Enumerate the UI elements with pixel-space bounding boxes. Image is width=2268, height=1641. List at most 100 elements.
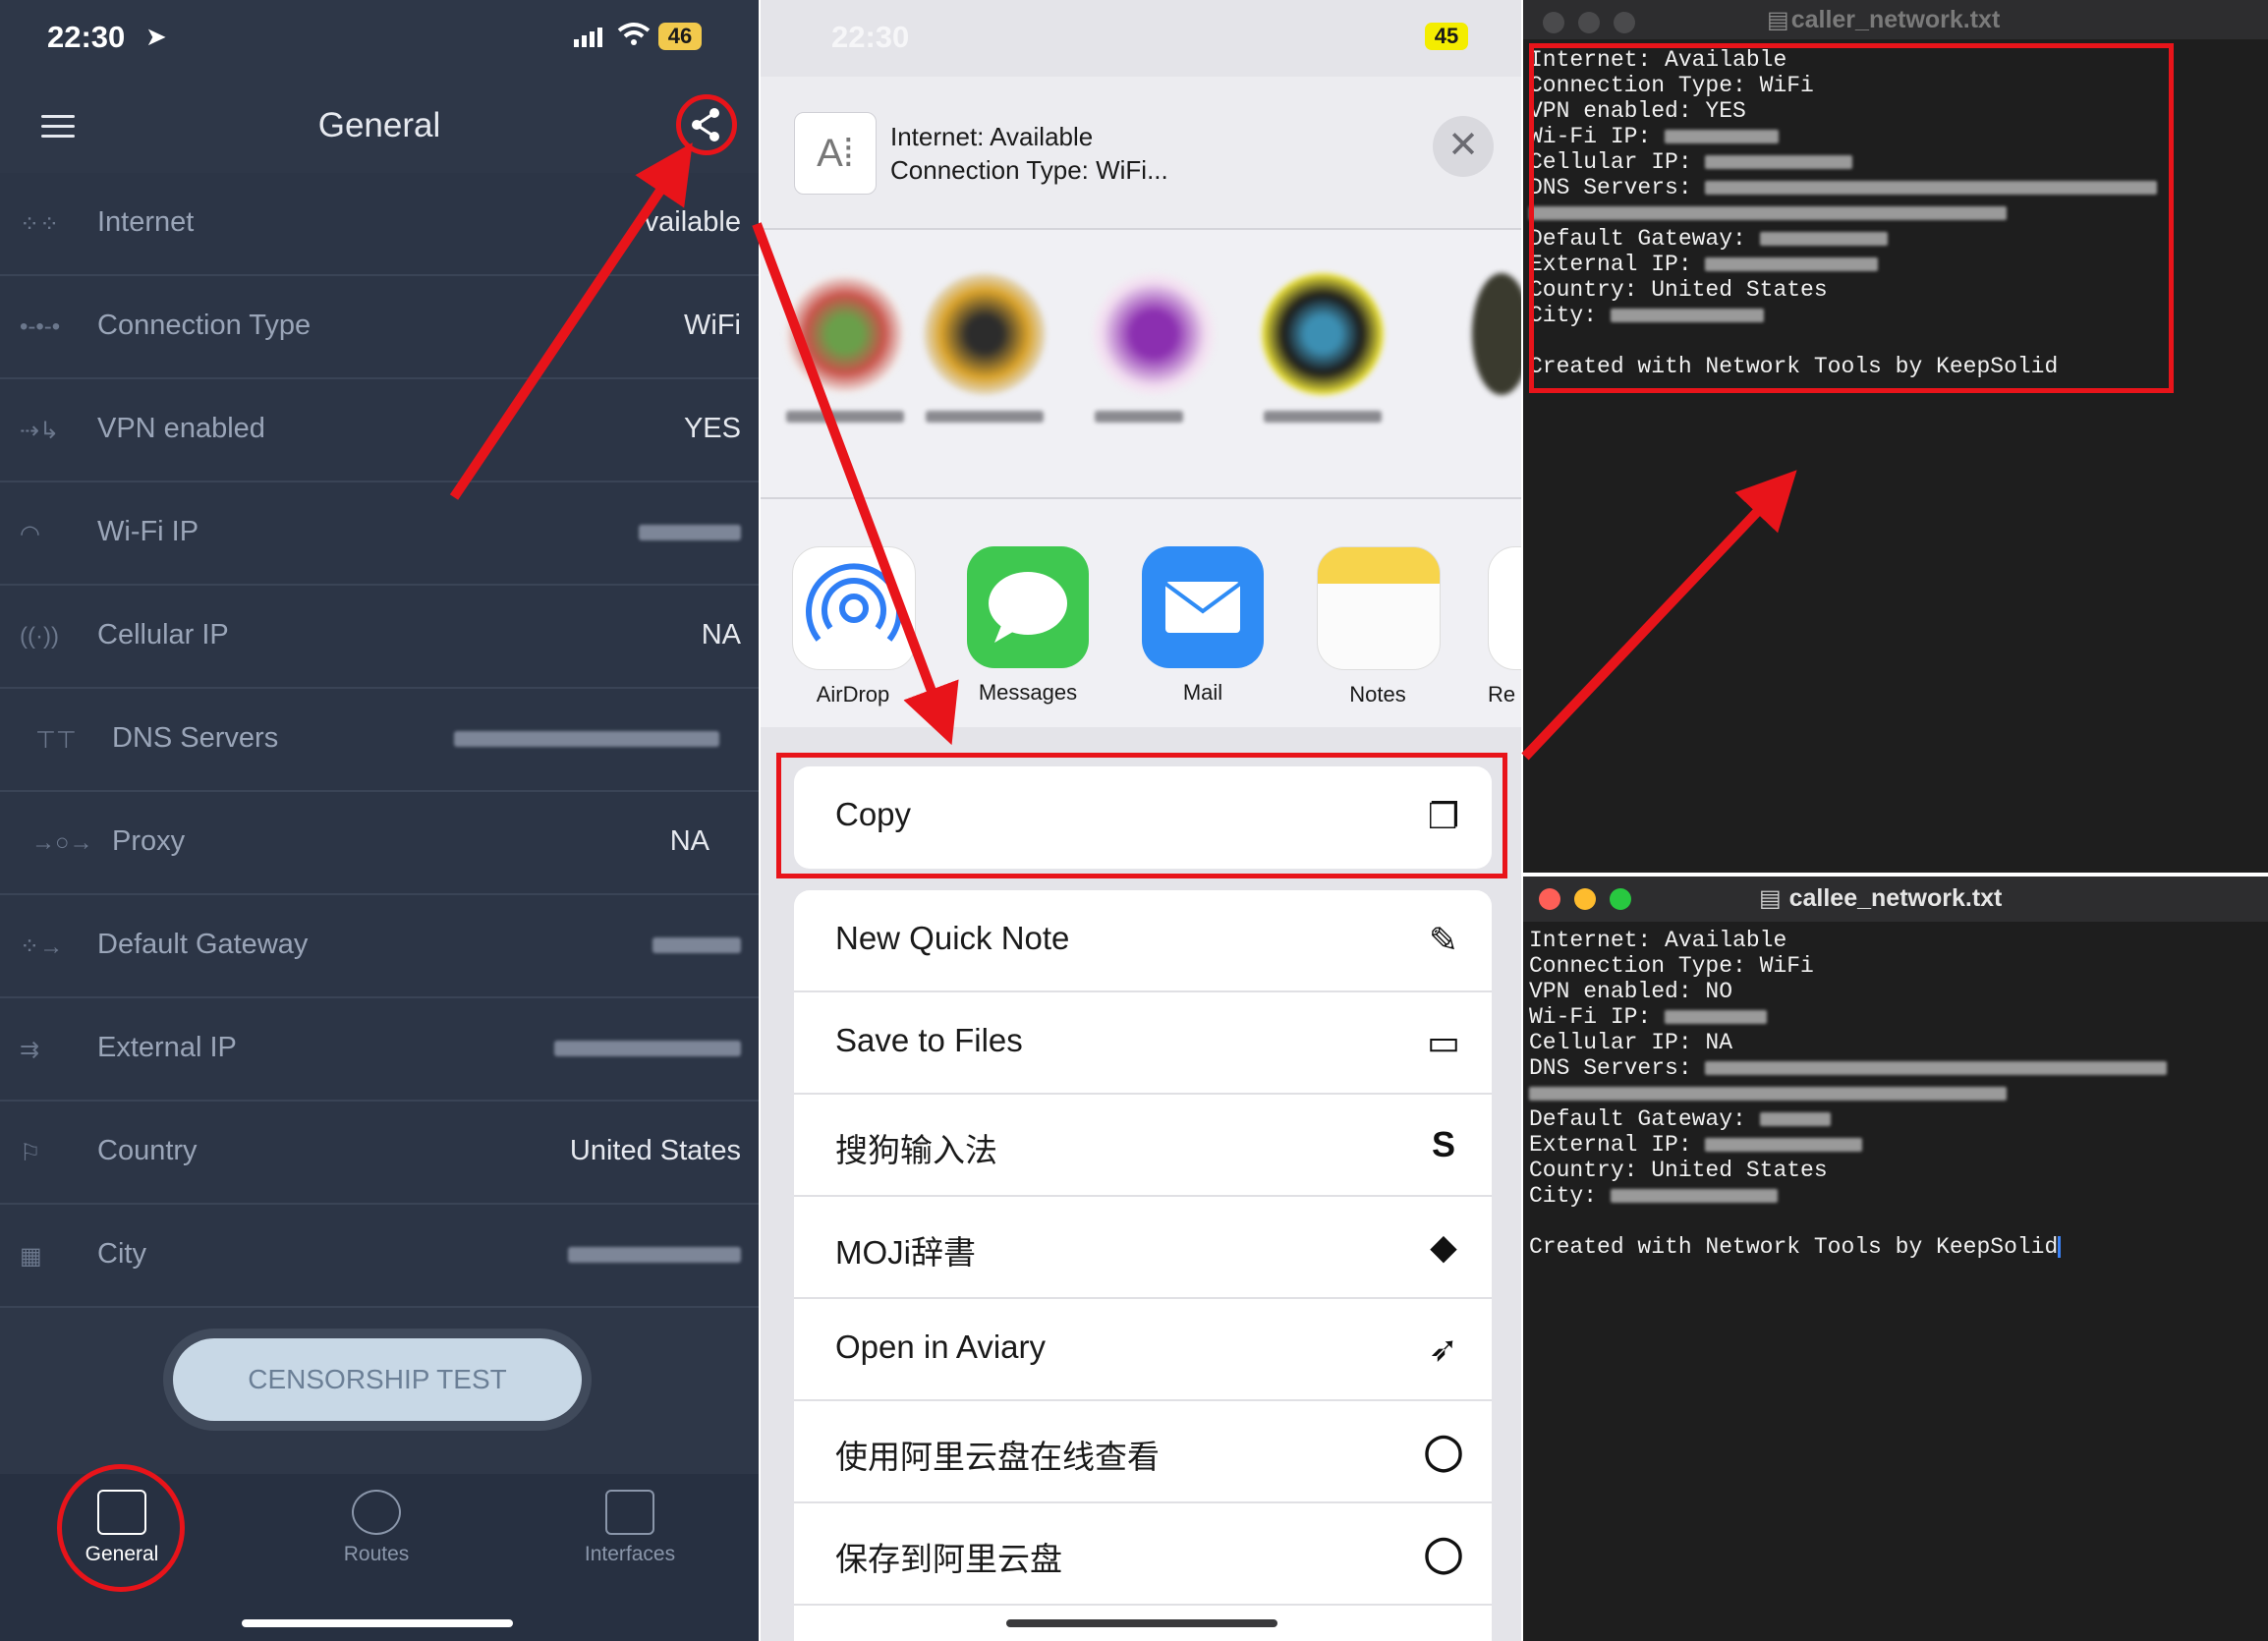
row-label: DNS Servers	[112, 722, 279, 754]
action-save-to-files[interactable]: Save to Files ▭	[794, 992, 1492, 1095]
moji-icon: ◆	[1430, 1226, 1457, 1267]
interfaces-icon	[605, 1490, 654, 1535]
row-proxy[interactable]: →○→ Proxy NA	[0, 792, 759, 895]
share-icon	[692, 108, 719, 141]
terminal-line-redacted	[1529, 1081, 2007, 1106]
aviary-icon: ➶	[1428, 1329, 1459, 1369]
app-messages[interactable]: Messages	[967, 546, 1089, 706]
app-name: Mail	[1182, 680, 1223, 705]
row-value: United States	[569, 1135, 741, 1166]
folder-icon: ▭	[1426, 1022, 1460, 1062]
action-label: New Quick Note	[835, 920, 1070, 956]
home-indicator	[242, 1619, 513, 1627]
row-country[interactable]: ⚐ Country United States	[0, 1102, 759, 1205]
action-label: 保存到阿里云盘	[835, 1541, 1062, 1577]
row-label: Default Gateway	[97, 929, 309, 960]
row-label: VPN enabled	[97, 413, 265, 444]
share-app-row: AirDrop Messages Mail Notes Re	[761, 499, 1521, 727]
row-cellular-ip[interactable]: ((·)) Cellular IP NA	[0, 586, 759, 689]
app-name: Re	[1488, 682, 1516, 707]
wifi-icon: ◠	[20, 521, 40, 547]
mail-icon	[1142, 546, 1264, 668]
contact-avatar[interactable]	[1262, 273, 1384, 395]
aliyun-icon: ◯	[1423, 1431, 1464, 1471]
action-aliyun-view[interactable]: 使用阿里云盘在线查看 ◯	[794, 1401, 1492, 1503]
row-label: Connection Type	[97, 310, 312, 341]
signal-icon	[574, 26, 609, 47]
tab-label: Routes	[343, 1543, 410, 1565]
terminal-line: Created with Network Tools by KeepSolid	[1529, 1234, 2062, 1260]
close-icon: ✕	[1447, 125, 1479, 166]
app-name: Messages	[978, 680, 1078, 705]
row-wifi-ip[interactable]: ◠ Wi-Fi IP	[0, 482, 759, 586]
app-notes[interactable]: Notes	[1317, 546, 1441, 707]
annotation-circle-general-tab	[57, 1464, 185, 1592]
aliyun-save-icon: ◯	[1423, 1533, 1464, 1573]
row-label: City	[97, 1238, 146, 1270]
app-mail[interactable]: Mail	[1142, 546, 1264, 706]
app-airdrop[interactable]: AirDrop	[792, 546, 916, 707]
contact-name-redacted	[926, 411, 1044, 423]
share-sheet-header: A⁞ Internet: Available Connection Type: …	[761, 77, 1521, 230]
proxy-icon: →○→	[31, 829, 93, 856]
app-name: Notes	[1349, 682, 1406, 707]
external-ip-icon: ⇉	[20, 1037, 40, 1063]
status-time: 22:30	[47, 20, 126, 54]
contact-avatar[interactable]	[784, 273, 906, 395]
sogou-icon: S	[1431, 1124, 1455, 1164]
row-dns-servers[interactable]: ⊤⊤ DNS Servers	[0, 689, 759, 792]
app-reminders[interactable]: Re	[1488, 546, 1521, 707]
messages-icon	[967, 546, 1089, 668]
window-title: caller_network.txt	[1790, 6, 2001, 33]
dns-icon: ⊤⊤	[35, 727, 77, 754]
contact-avatar[interactable]	[1472, 273, 1521, 395]
row-value-redacted	[652, 929, 741, 961]
contact-avatar[interactable]	[924, 273, 1046, 395]
tab-label: Interfaces	[584, 1543, 676, 1565]
tab-routes[interactable]: Routes	[298, 1474, 455, 1566]
action-aliyun-save[interactable]: 保存到阿里云盘 ◯	[794, 1503, 1492, 1606]
action-new-quick-note[interactable]: New Quick Note ✎	[794, 890, 1492, 992]
status-time: 22:30	[831, 20, 910, 54]
battery-indicator: 46	[658, 23, 702, 50]
row-default-gateway[interactable]: ⁘→ Default Gateway	[0, 895, 759, 998]
row-internet[interactable]: ⁘⁘ Internet vailable	[0, 173, 759, 276]
terminal-line: External IP:	[1529, 1132, 1863, 1158]
censorship-test-button[interactable]: CENSORSHIP TEST	[173, 1338, 582, 1421]
text-cursor	[2058, 1235, 2062, 1258]
cellular-icon: ((·))	[20, 623, 59, 650]
row-external-ip[interactable]: ⇉ External IP	[0, 998, 759, 1102]
city-icon: ▦	[20, 1243, 42, 1270]
contact-name-redacted	[786, 411, 904, 423]
row-label: Wi-Fi IP	[97, 516, 199, 547]
row-value: vailable	[644, 206, 741, 238]
home-indicator	[1006, 1619, 1277, 1627]
row-city[interactable]: ▦ City	[0, 1205, 759, 1308]
row-value-redacted	[639, 516, 741, 548]
row-vpn-enabled[interactable]: ⇢↳ VPN enabled YES	[0, 379, 759, 482]
contact-name-redacted	[1095, 411, 1183, 423]
preview-line-1: Internet: Available	[890, 122, 1094, 151]
close-button[interactable]: ✕	[1433, 116, 1494, 177]
action-open-in-aviary[interactable]: Open in Aviary ➶	[794, 1299, 1492, 1401]
reminders-icon	[1488, 546, 1521, 670]
action-label: 搜狗输入法	[835, 1132, 997, 1168]
share-button[interactable]	[676, 94, 737, 155]
terminal-line: VPN enabled: NO	[1529, 979, 1733, 1004]
contact-name-redacted	[1264, 411, 1382, 423]
row-connection-type[interactable]: •‐•‐• Connection Type WiFi	[0, 276, 759, 379]
connection-type-icon: •‐•‐•	[20, 313, 61, 340]
annotation-box-copy	[776, 753, 1507, 878]
airdrop-icon	[792, 546, 916, 670]
window-title: callee_network.txt	[1788, 884, 2003, 912]
action-moji[interactable]: MOJi辞書 ◆	[794, 1197, 1492, 1299]
preview-line-2: Connection Type: WiFi...	[890, 155, 1168, 185]
row-label: Proxy	[112, 825, 186, 857]
network-tools-app-panel: 22:30 ➤ 46 General ⁘⁘ Internet vailable …	[0, 0, 759, 1641]
action-sogou[interactable]: 搜狗输入法 S	[794, 1095, 1492, 1197]
quick-note-icon: ✎	[1428, 920, 1459, 960]
terminal-line: Connection Type: WiFi	[1529, 953, 1814, 979]
contact-avatar[interactable]	[1093, 273, 1215, 395]
row-value-redacted	[554, 1032, 741, 1064]
tab-interfaces[interactable]: Interfaces	[551, 1474, 709, 1566]
